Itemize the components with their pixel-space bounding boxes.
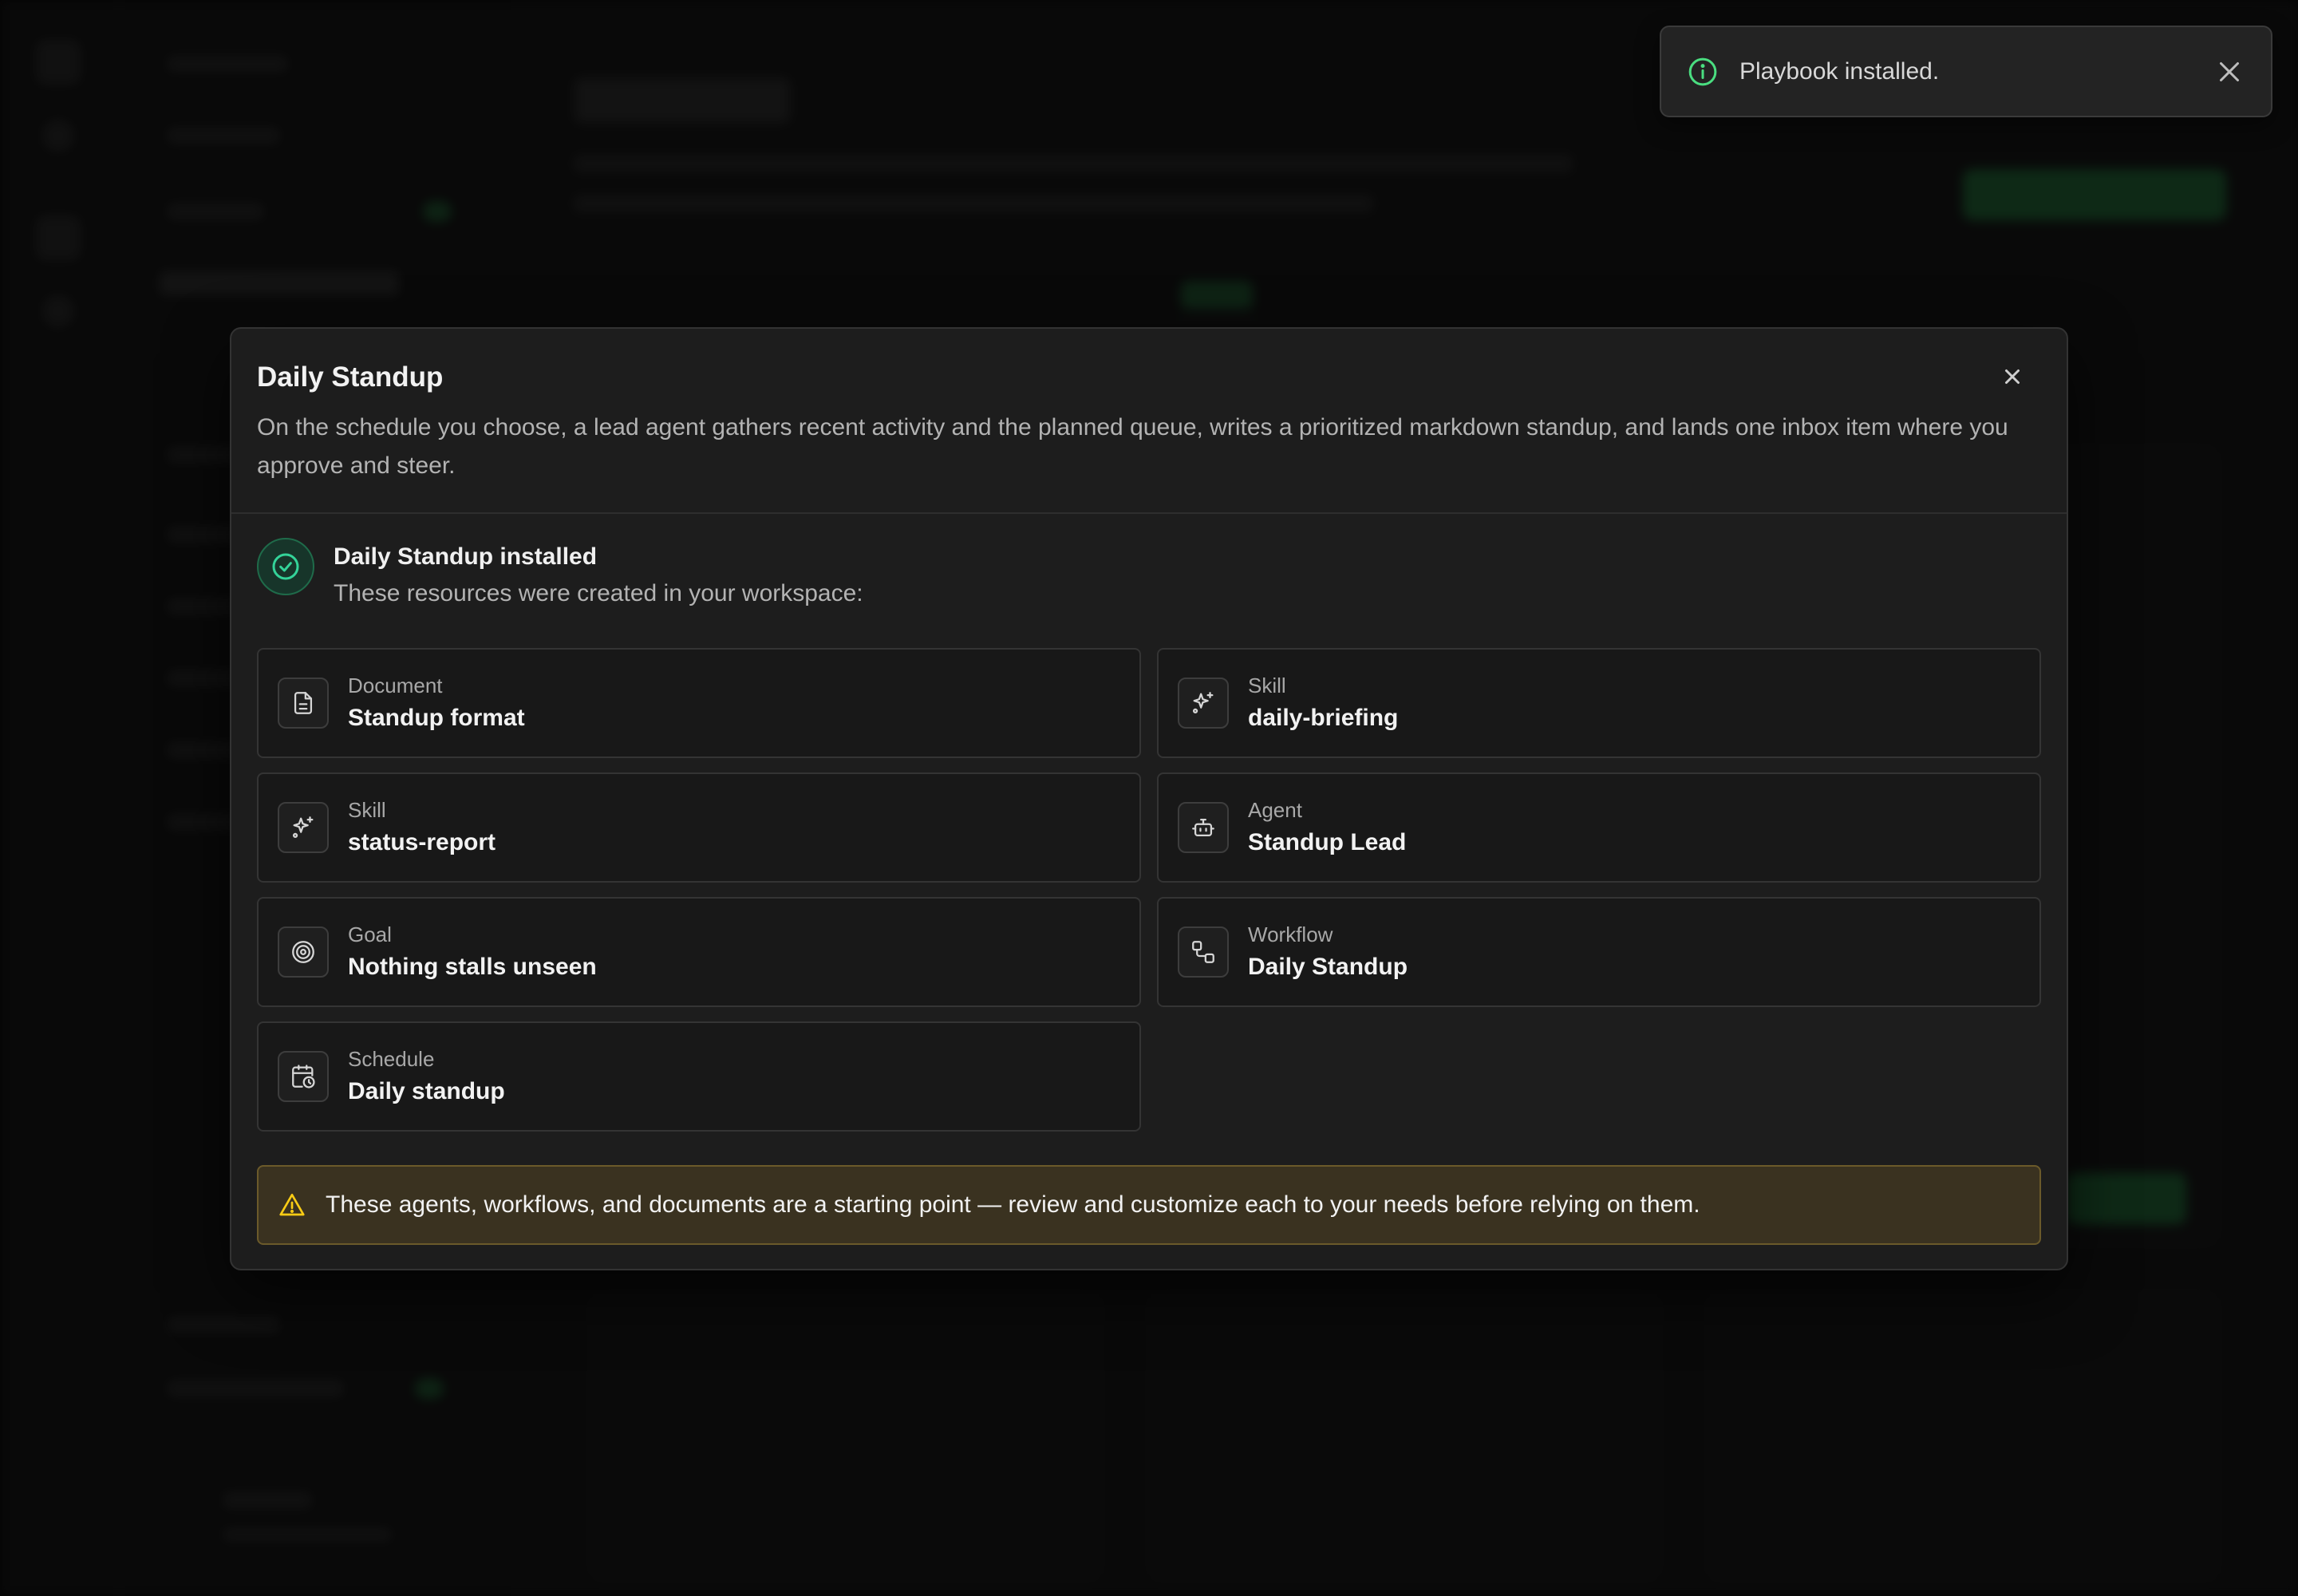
resource-card-skill[interactable]: Skill status-report <box>257 772 1141 883</box>
sparkles-icon <box>278 802 329 853</box>
resource-type: Skill <box>348 798 386 822</box>
toast-notification: Playbook installed. <box>1660 26 2272 117</box>
resource-card-goal[interactable]: Goal Nothing stalls unseen <box>257 897 1141 1007</box>
close-icon[interactable] <box>2215 57 2244 86</box>
resource-name: Standup format <box>348 705 525 731</box>
dialog-description: On the schedule you choose, a lead agent… <box>257 414 2008 479</box>
resource-type: Document <box>348 674 443 697</box>
info-icon <box>1688 57 1717 85</box>
dialog-header: Daily Standup On the schedule you choose… <box>231 329 2067 514</box>
resource-card-document[interactable]: Document Standup format <box>257 648 1141 758</box>
review-warning-banner: These agents, workflows, and documents a… <box>257 1165 2041 1245</box>
resource-name: Daily standup <box>348 1078 505 1104</box>
success-title: Daily Standup installed <box>334 543 598 570</box>
resource-name: daily-briefing <box>1248 705 1399 731</box>
calendar-clock-icon <box>278 1051 329 1102</box>
warning-text: These agents, workflows, and documents a… <box>326 1191 1700 1218</box>
playbook-installed-dialog: Daily Standup On the schedule you choose… <box>230 327 2068 1270</box>
check-circle-icon <box>257 538 314 595</box>
sparkles-icon <box>1178 678 1229 729</box>
resource-name: Daily Standup <box>1248 954 1408 980</box>
close-icon[interactable] <box>1998 362 2027 391</box>
resource-type: Goal <box>348 922 392 946</box>
resource-type: Workflow <box>1248 922 1333 946</box>
target-icon <box>278 926 329 978</box>
resource-name: Nothing stalls unseen <box>348 954 597 980</box>
resource-card-workflow[interactable]: Workflow Daily Standup <box>1157 897 2041 1007</box>
resource-grid: Document Standup format Skill daily-brie… <box>257 648 2041 1132</box>
success-subtitle: These resources were created in your wor… <box>334 580 863 606</box>
document-icon <box>278 678 329 729</box>
toast-message: Playbook installed. <box>1739 57 1940 85</box>
resource-type: Schedule <box>348 1047 435 1071</box>
resource-name: status-report <box>348 829 496 855</box>
install-success: Daily Standup installed These resources … <box>257 538 863 608</box>
dialog-title: Daily Standup <box>257 361 444 393</box>
warning-triangle-icon <box>279 1193 305 1216</box>
bot-icon <box>1178 802 1229 853</box>
resource-card-skill[interactable]: Skill daily-briefing <box>1157 648 2041 758</box>
resource-type: Agent <box>1248 798 1302 822</box>
resource-card-agent[interactable]: Agent Standup Lead <box>1157 772 2041 883</box>
workflow-icon <box>1178 926 1229 978</box>
resource-card-schedule[interactable]: Schedule Daily standup <box>257 1021 1141 1132</box>
resource-type: Skill <box>1248 674 1286 697</box>
resource-name: Standup Lead <box>1248 829 1407 855</box>
